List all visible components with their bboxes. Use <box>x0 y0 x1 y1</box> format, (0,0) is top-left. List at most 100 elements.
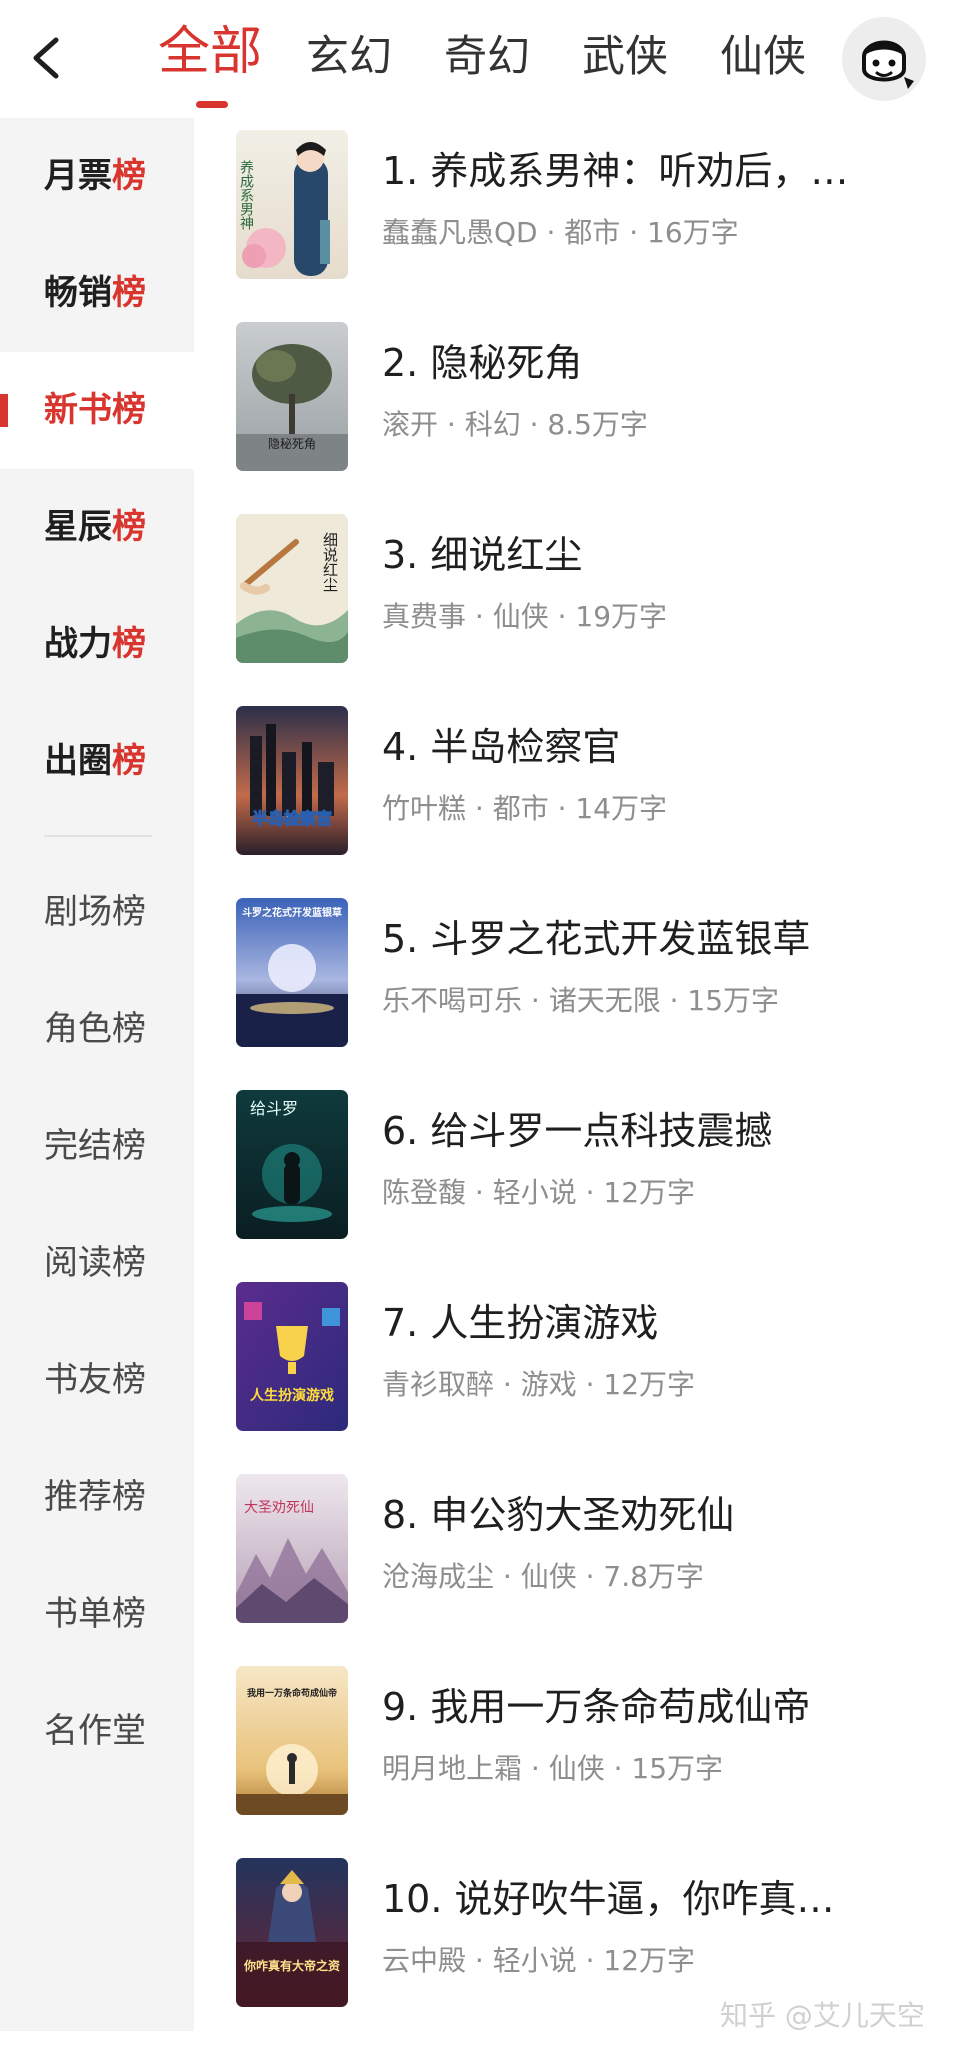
sidebar-item-label: 书单榜 <box>44 1594 146 1634</box>
book-cover: 人生扮演游戏 <box>236 1282 348 1431</box>
book-item[interactable]: 隐秘死角 2. 隐秘死角 滚开 · 科幻 · 8.5万字 <box>194 322 960 514</box>
sidebar-item-reading[interactable]: 阅读榜 <box>0 1205 194 1322</box>
cover-image: 养成系男神 <box>236 130 348 279</box>
sidebar-item-completed[interactable]: 完结榜 <box>0 1088 194 1205</box>
cover-title-text: 半岛检察官 <box>252 809 332 828</box>
book-title: 9. 我用一万条命苟成仙帝 <box>382 1685 811 1729</box>
sidebar-item-booklist[interactable]: 书单榜 <box>0 1556 194 1673</box>
tab-wuxia[interactable]: 武侠 <box>582 22 668 92</box>
book-title: 8. 申公豹大圣劝死仙 <box>382 1493 735 1537</box>
cover-image: 细说红尘 <box>236 514 348 663</box>
book-meta: 乐不喝可乐 · 诸天无限 · 15万字 <box>382 984 780 1017</box>
tab-all[interactable]: 全部 <box>158 17 262 87</box>
sidebar-item-label: 出圈榜 <box>44 741 146 781</box>
sidebar-item-monthly-ticket[interactable]: 月票榜 <box>0 118 194 235</box>
cover-title-text: 你咋真有大帝之资 <box>243 1958 340 1973</box>
book-meta: 滚开 · 科幻 · 8.5万字 <box>382 408 648 441</box>
back-button[interactable] <box>22 28 72 88</box>
cover-image: 大圣劝死仙 <box>236 1474 348 1623</box>
cover-title-text: 养成系男神 <box>238 160 254 230</box>
book-item[interactable]: 细说红尘 3. 细说红尘 真费事 · 仙侠 · 19万字 <box>194 514 960 706</box>
book-cover: 你咋真有大帝之资 <box>236 1858 348 2007</box>
sidebar-item-masterpieces[interactable]: 名作堂 <box>0 1673 194 1790</box>
sidebar-item-bestseller[interactable]: 畅销榜 <box>0 235 194 352</box>
sidebar-item-label: 新书榜 <box>44 390 146 430</box>
sidebar-item-stars[interactable]: 星辰榜 <box>0 469 194 586</box>
tab-qihuan[interactable]: 奇幻 <box>444 22 530 92</box>
book-item[interactable]: 人生扮演游戏 7. 人生扮演游戏 青衫取醉 · 游戏 · 12万字 <box>194 1282 960 1474</box>
book-meta: 明月地上霜 · 仙侠 · 15万字 <box>382 1752 724 1785</box>
book-meta: 竹叶糕 · 都市 · 14万字 <box>382 792 668 825</box>
book-cover: 大圣劝死仙 <box>236 1474 348 1623</box>
book-cover: 隐秘死角 <box>236 322 348 471</box>
cover-title-text: 大圣劝死仙 <box>244 1500 314 1516</box>
tab-xianxia[interactable]: 仙侠 <box>720 22 806 92</box>
active-indicator <box>0 394 8 427</box>
book-meta: 陈登馥 · 轻小说 · 12万字 <box>382 1176 696 1209</box>
cover-title-text: 细说红尘 <box>321 532 339 592</box>
book-item[interactable]: 斗罗之花式开发蓝银草 5. 斗罗之花式开发蓝银草 乐不喝可乐 · 诸天无限 · … <box>194 898 960 1090</box>
book-title: 10. 说好吹牛逼，你咋真… <box>382 1877 835 1921</box>
book-item[interactable]: 给斗罗 6. 给斗罗一点科技震撼 陈登馥 · 轻小说 · 12万字 <box>194 1090 960 1282</box>
top-bar: 全部 玄幻 奇幻 武侠 仙侠 <box>0 0 960 118</box>
book-cover: 半岛检察官 <box>236 706 348 855</box>
sidebar-item-recommend[interactable]: 推荐榜 <box>0 1439 194 1556</box>
book-cover: 细说红尘 <box>236 514 348 663</box>
sidebar-item-label: 星辰榜 <box>44 507 146 547</box>
book-title: 4. 半岛检察官 <box>382 725 621 769</box>
sidebar-item-label: 角色榜 <box>44 1009 146 1049</box>
book-title: 6. 给斗罗一点科技震撼 <box>382 1109 773 1153</box>
book-meta: 沧海成尘 · 仙侠 · 7.8万字 <box>382 1560 704 1593</box>
cover-image: 斗罗之花式开发蓝银草 <box>236 898 348 1047</box>
user-avatar-icon <box>862 40 914 89</box>
sidebar-item-label: 书友榜 <box>44 1360 146 1400</box>
sidebar-item-label: 名作堂 <box>44 1711 146 1751</box>
book-meta: 青衫取醉 · 游戏 · 12万字 <box>382 1368 696 1401</box>
book-title: 7. 人生扮演游戏 <box>382 1301 659 1345</box>
book-title: 3. 细说红尘 <box>382 533 583 577</box>
ranking-sidebar: 月票榜 畅销榜 新书榜 星辰榜 战力榜 出圈榜 剧场榜 角色榜 完结榜 阅读榜 … <box>0 118 194 2031</box>
book-title: 2. 隐秘死角 <box>382 341 583 385</box>
sidebar-item-label: 推荐榜 <box>44 1477 146 1517</box>
book-meta: 蠢蠢凡愚QD · 都市 · 16万字 <box>382 216 739 249</box>
sidebar-item-label: 战力榜 <box>44 624 146 664</box>
book-cover: 我用一万条命苟成仙帝 <box>236 1666 348 1815</box>
cover-image: 你咋真有大帝之资 <box>236 1858 348 2007</box>
sidebar-item-label: 月票榜 <box>44 156 146 196</box>
cover-image: 人生扮演游戏 <box>236 1282 348 1431</box>
sidebar-divider <box>44 835 152 837</box>
sidebar-item-theater[interactable]: 剧场榜 <box>0 854 194 971</box>
sidebar-item-label: 阅读榜 <box>44 1243 146 1283</box>
cover-image: 给斗罗 <box>236 1090 348 1239</box>
tab-xuanhuan[interactable]: 玄幻 <box>306 22 392 92</box>
cover-image: 我用一万条命苟成仙帝 <box>236 1666 348 1815</box>
sidebar-item-label: 完结榜 <box>44 1126 146 1166</box>
cover-title-text: 人生扮演游戏 <box>250 1387 334 1404</box>
book-item[interactable]: 半岛检察官 4. 半岛检察官 竹叶糕 · 都市 · 14万字 <box>194 706 960 898</box>
sidebar-item-book-friends[interactable]: 书友榜 <box>0 1322 194 1439</box>
book-cover: 给斗罗 <box>236 1090 348 1239</box>
book-cover: 斗罗之花式开发蓝银草 <box>236 898 348 1047</box>
cover-title-text: 我用一万条命苟成仙帝 <box>247 1687 337 1699</box>
book-item[interactable]: 大圣劝死仙 8. 申公豹大圣劝死仙 沧海成尘 · 仙侠 · 7.8万字 <box>194 1474 960 1666</box>
cover-image: 半岛检察官 <box>236 706 348 855</box>
cover-title-text: 斗罗之花式开发蓝银草 <box>242 906 342 919</box>
book-meta: 云中殿 · 轻小说 · 12万字 <box>382 1944 696 1977</box>
chevron-left-icon <box>33 37 59 79</box>
cover-image: 隐秘死角 <box>236 322 348 471</box>
sidebar-item-breakout[interactable]: 出圈榜 <box>0 703 194 820</box>
cover-title-text: 给斗罗 <box>250 1099 298 1118</box>
sidebar-item-new-books[interactable]: 新书榜 <box>0 352 194 469</box>
book-meta: 真费事 · 仙侠 · 19万字 <box>382 600 668 633</box>
book-title: 1. 养成系男神：听劝后，… <box>382 149 849 193</box>
sidebar-item-label: 畅销榜 <box>44 273 146 313</box>
sidebar-item-character[interactable]: 角色榜 <box>0 971 194 1088</box>
watermark-text: 知乎 @艾儿天空 <box>720 1999 925 2032</box>
book-item[interactable]: 养成系男神 1. 养成系男神：听劝后，… 蠢蠢凡愚QD · 都市 · 16万字 <box>194 130 960 322</box>
active-tab-indicator <box>196 101 228 108</box>
sidebar-item-power[interactable]: 战力榜 <box>0 586 194 703</box>
sidebar-item-label: 剧场榜 <box>44 892 146 932</box>
book-title: 5. 斗罗之花式开发蓝银草 <box>382 917 811 961</box>
avatar-button[interactable] <box>842 17 926 101</box>
book-item[interactable]: 我用一万条命苟成仙帝 9. 我用一万条命苟成仙帝 明月地上霜 · 仙侠 · 15… <box>194 1666 960 1858</box>
